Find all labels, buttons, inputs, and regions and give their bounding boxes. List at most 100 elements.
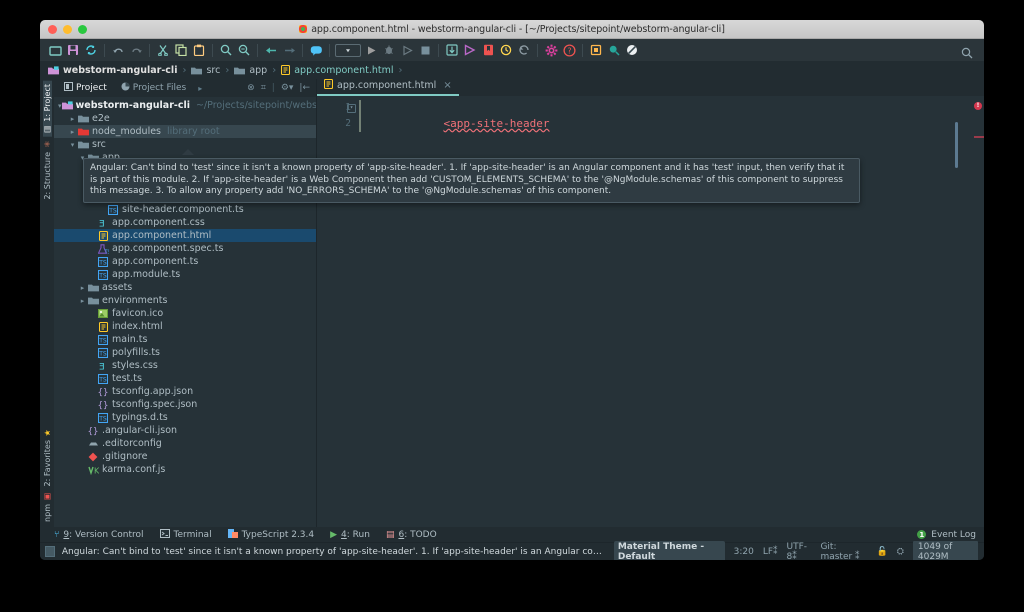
bottom-item-terminal[interactable]: Terminal (160, 529, 212, 541)
git-branch-widget[interactable]: Git: master ⁑ (820, 542, 867, 561)
run-with-coverage-icon[interactable] (398, 41, 416, 59)
tree-node[interactable]: .gitignore (54, 450, 316, 463)
tree-node[interactable]: TStest.ts (54, 372, 316, 385)
sync-icon[interactable] (82, 41, 100, 59)
tree-node[interactable]: Kkarma.conf.js (54, 463, 316, 476)
theme-widget[interactable]: Material Theme - Default (614, 541, 725, 561)
chevron-toggle-icon[interactable]: ▸ (68, 115, 77, 123)
tree-node[interactable]: app.component.html (54, 229, 316, 242)
tree-node[interactable]: {}tsconfig.app.json (54, 385, 316, 398)
paste-icon[interactable] (190, 41, 208, 59)
breadcrumb-item-src[interactable]: src (191, 65, 220, 76)
more-tabs-icon[interactable]: ▸ (198, 84, 202, 93)
tree-node[interactable]: ▸e2e (54, 112, 316, 125)
fold-toggle-icon[interactable]: ▾ (347, 104, 356, 113)
tree-node[interactable]: {}tsconfig.spec.json (54, 398, 316, 411)
tree-node[interactable]: TStypings.d.ts (54, 411, 316, 424)
search-everywhere-icon[interactable] (958, 44, 976, 62)
inspect-icon[interactable] (605, 41, 623, 59)
close-icon[interactable]: × (443, 80, 451, 91)
lock-icon[interactable]: 🔓 (876, 547, 887, 557)
tree-node-label: app.component.spec.ts (112, 243, 223, 254)
tree-node[interactable]: ▸environments (54, 294, 316, 307)
breadcrumb-item-app[interactable]: app (234, 65, 267, 76)
tab-app-component-html[interactable]: app.component.html × (317, 77, 459, 96)
bookmark-icon[interactable] (479, 41, 497, 59)
tree-node[interactable]: {}.angular-cli.json (54, 424, 316, 437)
spec-file-icon: TS (97, 244, 109, 254)
help-icon[interactable]: ? (560, 41, 578, 59)
run-icon[interactable] (362, 41, 380, 59)
stop-icon[interactable] (416, 41, 434, 59)
sidebar-item-favorites[interactable]: 2: Favorites ★ (43, 425, 52, 489)
bottom-item-version-control[interactable]: ⑂ 9: Version Control (54, 530, 144, 540)
undo-icon[interactable] (109, 41, 127, 59)
bottom-item-run[interactable]: ▶ 4: Run (330, 530, 370, 540)
tree-node[interactable]: Ǝapp.component.css (54, 216, 316, 229)
collapse-all-icon[interactable]: ⊗ (247, 83, 255, 93)
find-icon[interactable] (217, 41, 235, 59)
tree-node[interactable]: TSapp.module.ts (54, 268, 316, 281)
nosign-icon[interactable] (623, 41, 641, 59)
breadcrumb-item-file[interactable]: app.component.html (281, 65, 393, 76)
tree-node-label: main.ts (112, 334, 147, 345)
expand-icon[interactable]: ⌗ (261, 83, 266, 93)
tree-node[interactable]: TSpolyfills.ts (54, 346, 316, 359)
error-marker-icon[interactable]: ! (974, 102, 982, 110)
tree-node[interactable]: TSmain.ts (54, 333, 316, 346)
replace-icon[interactable] (235, 41, 253, 59)
tree-node[interactable]: Ǝstyles.css (54, 359, 316, 372)
sidebar-item-project[interactable]: ▥ 1: Project (43, 81, 52, 137)
run-config-dropdown[interactable] (334, 41, 362, 59)
tree-node[interactable]: TSapp.component.spec.ts (54, 242, 316, 255)
save-all-icon[interactable] (64, 41, 82, 59)
chevron-toggle-icon[interactable]: ▸ (78, 297, 87, 305)
tab-project-files[interactable]: Project Files (115, 80, 192, 96)
bottom-item-todo[interactable]: ▤ 6: TODO (386, 530, 437, 540)
status-indicator-icon[interactable] (45, 546, 55, 557)
hide-icon[interactable]: |← (299, 83, 310, 93)
tab-project[interactable]: Project (58, 80, 113, 96)
debug-icon[interactable] (380, 41, 398, 59)
ts-file-icon: TS (97, 270, 109, 280)
chip-icon[interactable] (587, 41, 605, 59)
breadcrumb-item-project[interactable]: webstorm-angular-cli (48, 65, 177, 76)
open-folder-icon[interactable] (46, 41, 64, 59)
history-icon[interactable] (497, 41, 515, 59)
caret-position[interactable]: 3:20 (734, 547, 754, 557)
editor-scrollbar[interactable] (955, 122, 958, 168)
inspection-icon[interactable]: ⛭ (897, 547, 904, 557)
copy-icon[interactable] (172, 41, 190, 59)
tree-node[interactable]: index.html (54, 320, 316, 333)
tree-node[interactable]: favicon.ico (54, 307, 316, 320)
tree-node[interactable]: ▸assets (54, 281, 316, 294)
encoding-widget[interactable]: UTF-8⁑ (787, 542, 812, 561)
tree-node[interactable]: TSsite-header.component.ts (54, 203, 316, 216)
sidebar-item-structure[interactable]: 2: Structure ⚛ (43, 137, 52, 203)
chevron-toggle-icon[interactable]: ▸ (68, 128, 77, 136)
commit-icon[interactable] (461, 41, 479, 59)
event-log-button[interactable]: 1 Event Log (917, 530, 984, 540)
settings-gear-icon[interactable]: ⚙▾ (281, 83, 294, 93)
error-stripe-gutter[interactable]: ! (972, 96, 984, 527)
update-project-icon[interactable] (443, 41, 461, 59)
sidebar-item-npm[interactable]: npm ▣ (43, 489, 52, 525)
line-separator-widget[interactable]: LF⁑ (763, 547, 778, 557)
chevron-toggle-icon[interactable]: ▸ (78, 284, 87, 292)
back-icon[interactable] (262, 41, 280, 59)
chevron-toggle-icon[interactable]: ▾ (68, 141, 77, 149)
forward-icon[interactable] (280, 41, 298, 59)
rollback-icon[interactable] (515, 41, 533, 59)
tree-node[interactable]: TSapp.component.ts (54, 255, 316, 268)
tree-node[interactable]: ▾webstorm-angular-cli~/Projects/sitepoin… (54, 99, 316, 112)
bottom-item-typescript[interactable]: TypeScript 2.3.4 (228, 529, 315, 541)
redo-icon[interactable] (127, 41, 145, 59)
memory-indicator[interactable]: 1049 of 4029M (913, 541, 978, 561)
settings-icon[interactable] (542, 41, 560, 59)
tree-node[interactable]: ▸node_moduleslibrary root (54, 125, 316, 138)
comment-icon[interactable] (307, 41, 325, 59)
ts-file-icon: TS (97, 374, 109, 384)
tree-node[interactable]: .editorconfig (54, 437, 316, 450)
error-stripe-mark[interactable] (974, 136, 984, 138)
cut-icon[interactable] (154, 41, 172, 59)
